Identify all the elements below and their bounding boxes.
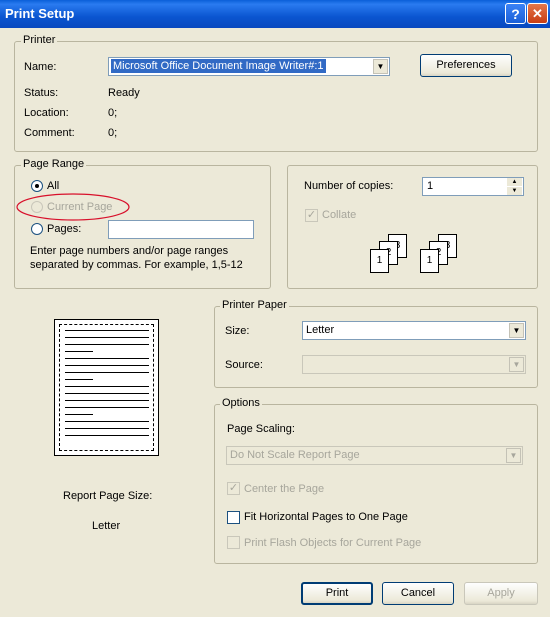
chevron-down-icon[interactable]: ▼ — [373, 59, 388, 74]
paper-size-label: Size: — [225, 325, 250, 337]
chevron-down-icon[interactable]: ▼ — [509, 323, 524, 338]
printer-paper-group — [214, 306, 538, 388]
page-number: 1 — [426, 255, 433, 266]
printer-legend: Printer — [21, 34, 58, 46]
page-preview — [54, 319, 159, 456]
page-scaling-value: Do Not Scale Report Page — [230, 449, 360, 461]
pages-radio[interactable] — [31, 223, 43, 235]
cancel-button[interactable]: Cancel — [382, 582, 454, 605]
printer-name-label: Name: — [24, 61, 57, 73]
page-sheet: 1 — [370, 249, 389, 273]
center-page-label[interactable]: Center the Page — [244, 483, 324, 495]
paper-size-select[interactable]: Letter ▼ — [302, 321, 526, 340]
location-label: Location: — [24, 107, 69, 119]
status-value: Ready — [108, 87, 140, 99]
pages-label[interactable]: Pages: — [47, 223, 81, 235]
page-scaling-select[interactable]: Do Not Scale Report Page ▼ — [226, 446, 523, 465]
report-page-size-value: Letter — [92, 520, 121, 532]
print-button[interactable]: Print — [301, 582, 373, 605]
printer-name-value: Microsoft Office Document Image Writer#:… — [111, 59, 326, 73]
printer-paper-legend: Printer Paper — [220, 299, 289, 311]
printer-name-select[interactable]: Microsoft Office Document Image Writer#:… — [108, 57, 390, 76]
title-bar: Print Setup ? ✕ — [0, 0, 550, 28]
pages-input[interactable] — [108, 220, 254, 239]
collate-illustration: 3 2 1 3 2 1 — [368, 234, 468, 278]
comment-label: Comment: — [24, 127, 75, 139]
all-label[interactable]: All — [47, 180, 59, 192]
status-label: Status: — [24, 87, 59, 99]
page-number: 1 — [376, 255, 383, 266]
window-title: Print Setup — [5, 6, 75, 21]
preferences-button[interactable]: Preferences — [420, 54, 512, 77]
fit-horizontal-label[interactable]: Fit Horizontal Pages to One Page — [244, 511, 408, 523]
page-range-legend: Page Range — [21, 158, 87, 170]
paper-source-label: Source: — [225, 359, 263, 371]
collate-checkbox[interactable]: ✓ — [305, 209, 318, 222]
copies-value: 1 — [427, 180, 434, 192]
annotation-circle — [16, 193, 130, 221]
pages-hint-line2: separated by commas. For example, 1,5-12 — [30, 259, 243, 271]
comment-value: 0; — [108, 127, 118, 139]
copies-spinner[interactable]: 1 ▲ ▼ — [422, 177, 524, 196]
copies-label: Number of copies: — [304, 180, 394, 192]
collate-label[interactable]: Collate — [322, 209, 356, 221]
options-legend: Options — [220, 397, 262, 409]
page-sheet: 1 — [420, 249, 439, 273]
all-radio[interactable] — [31, 180, 43, 192]
page-scaling-label: Page Scaling: — [227, 423, 295, 435]
print-flash-checkbox[interactable] — [227, 536, 240, 549]
close-button[interactable]: ✕ — [527, 3, 548, 24]
report-page-size-label: Report Page Size: — [63, 490, 153, 502]
paper-size-value: Letter — [306, 324, 335, 336]
spin-down-icon[interactable]: ▼ — [507, 187, 522, 195]
paper-source-select[interactable]: ▼ — [302, 355, 526, 374]
print-flash-label[interactable]: Print Flash Objects for Current Page — [244, 537, 421, 549]
chevron-down-icon[interactable]: ▼ — [509, 357, 524, 372]
help-button[interactable]: ? — [505, 3, 526, 24]
spin-up-icon[interactable]: ▲ — [507, 178, 522, 186]
text-lines — [65, 330, 149, 442]
apply-button[interactable]: Apply — [464, 582, 538, 605]
center-page-checkbox[interactable]: ✓ — [227, 482, 240, 495]
chevron-down-icon[interactable]: ▼ — [506, 448, 521, 463]
fit-horizontal-checkbox[interactable] — [227, 511, 240, 524]
location-value: 0; — [108, 107, 118, 119]
pages-hint-line1: Enter page numbers and/or page ranges — [30, 245, 229, 257]
